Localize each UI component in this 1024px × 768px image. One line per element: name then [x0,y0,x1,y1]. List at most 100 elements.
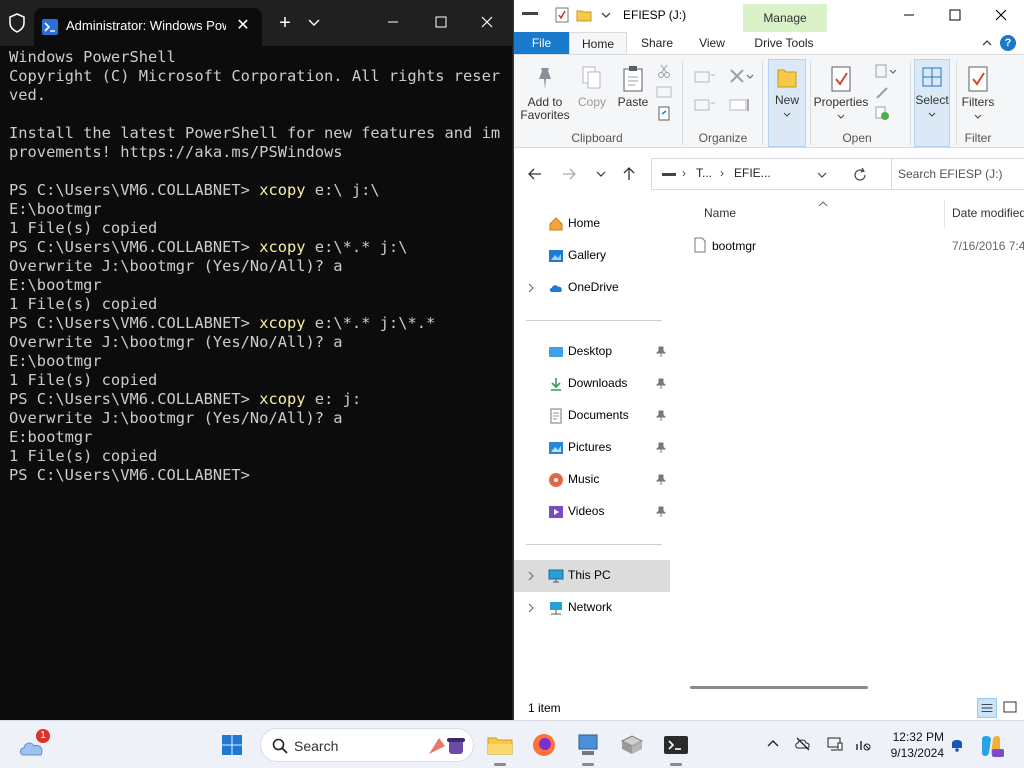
clock[interactable]: 12:32 PM 9/13/2024 [878,729,944,761]
pin-icon[interactable] [656,442,666,454]
sidebar-label: Home [568,216,601,230]
remote-desktop-taskbar-button[interactable] [572,729,604,766]
computer-icon [548,569,564,583]
file-row[interactable]: bootmgr 7/16/2016 7:43 [686,232,1024,258]
network-status-icon[interactable] [854,735,872,753]
copilot-icon[interactable] [976,731,1006,761]
breadcrumb-efiesp[interactable]: EFIE... [734,166,771,180]
customize-chevron-icon[interactable] [598,7,614,23]
minimize-button[interactable] [886,0,932,30]
select-button[interactable]: Select [912,55,952,121]
terminal-output[interactable]: Windows PowerShell Copyright (C) Microsof… [9,48,509,718]
windows-start-icon[interactable] [216,729,248,761]
onedrive-offline-icon[interactable] [794,735,812,753]
sidebar-item-documents[interactable]: Documents [514,400,670,432]
column-header-date-modified[interactable]: Date modified [952,206,1024,220]
properties-button[interactable]: Properties [812,55,870,123]
tab-file[interactable]: File [514,32,569,54]
pin-icon[interactable] [656,410,666,422]
chevron-down-icon[interactable] [304,12,324,34]
close-tab-icon[interactable]: ✕ [232,15,254,37]
command-args: e:\*.* j:\ [305,238,408,256]
widgets-button[interactable]: 1 [16,729,50,761]
sidebar-item-this-pc[interactable]: This PC [514,560,670,592]
properties-check-icon[interactable] [554,7,570,23]
pin-icon[interactable] [656,506,666,518]
add-to-favorites-button[interactable]: Add to Favorites [520,55,570,122]
pin-icon[interactable] [656,474,666,486]
copy-path-icon[interactable] [656,85,672,99]
chevron-down-icon[interactable] [816,170,828,180]
file-explorer-taskbar-button[interactable] [484,729,516,766]
chevron-up-icon[interactable] [981,37,993,49]
refresh-icon[interactable] [852,167,868,183]
taskbar-search[interactable]: Search [260,728,474,762]
search-box[interactable] [891,158,1024,190]
sidebar-label: This PC [568,568,611,582]
explorer-titlebar[interactable]: EFIESP (J:) Manage [514,0,1024,32]
chevron-up-icon[interactable] [764,735,782,753]
sidebar-item-videos[interactable]: Videos [514,496,670,528]
sidebar-item-desktop[interactable]: Desktop [514,336,670,368]
recent-locations-icon[interactable] [592,165,610,183]
cut-icon[interactable] [656,63,672,79]
forward-icon[interactable] [560,165,578,183]
terminal-tab[interactable]: Administrator: Windows PowerShell ✕ [34,8,262,46]
back-icon[interactable] [526,165,544,183]
expand-chevron-icon[interactable] [527,603,535,613]
new-button[interactable]: New [768,55,806,121]
tab-share[interactable]: Share [632,32,682,54]
maximize-button[interactable] [932,0,978,30]
copy-button[interactable]: Copy [574,55,610,109]
terminal-titlebar[interactable]: Administrator: Windows PowerShell ✕ + [0,0,512,46]
column-divider[interactable] [944,200,945,228]
window-title: EFIESP (J:) [623,8,687,22]
column-header-name[interactable]: Name [704,206,736,220]
expand-chevron-icon[interactable] [527,283,535,293]
minimize-button[interactable] [370,8,416,36]
address-bar[interactable]: › T... › EFIE... [651,158,892,190]
help-icon[interactable]: ? [1000,35,1016,51]
close-button[interactable] [464,8,510,36]
file-list[interactable]: Name Date modified bootmgr 7/16/2016 7:4… [686,200,1024,692]
sidebar-item-network[interactable]: Network [514,592,670,624]
display-settings-icon[interactable] [826,735,844,753]
filters-button[interactable]: Filters [960,55,996,123]
copy-to-icon[interactable] [694,97,716,113]
sidebar-item-pictures[interactable]: Pictures [514,432,670,464]
delete-icon[interactable] [728,67,754,87]
notification-bell-icon[interactable] [948,735,966,753]
firefox-icon[interactable] [528,729,560,761]
sidebar-item-music[interactable]: Music [514,464,670,496]
sidebar-item-home[interactable]: Home [514,208,670,240]
search-input[interactable] [898,165,1018,183]
paste-button[interactable]: Paste [614,55,652,109]
manage-context-tab[interactable]: Manage [743,4,827,32]
new-folder-icon[interactable] [576,7,592,23]
history-icon[interactable] [874,105,890,121]
expand-chevron-icon[interactable] [527,571,535,581]
sidebar-item-downloads[interactable]: Downloads [514,368,670,400]
tab-drive-tools[interactable]: Drive Tools [746,32,822,54]
open-icon[interactable] [874,63,896,79]
move-to-icon[interactable] [694,69,716,85]
tab-view[interactable]: View [688,32,736,54]
edit-icon[interactable] [874,85,890,101]
network-drive-icon[interactable] [616,729,648,761]
large-icons-view-icon[interactable] [1000,698,1020,718]
paste-shortcut-icon[interactable] [656,105,672,121]
tab-home[interactable]: Home [569,32,627,54]
sidebar-item-gallery[interactable]: Gallery [514,240,670,272]
new-tab-button[interactable]: + [274,12,296,34]
sidebar-item-onedrive[interactable]: OneDrive [514,272,670,304]
up-arrow-icon[interactable] [620,165,638,183]
pin-icon[interactable] [656,378,666,390]
pin-icon[interactable] [656,346,666,358]
rename-icon[interactable] [728,97,754,113]
terminal-taskbar-button[interactable] [660,729,692,766]
breadcrumb-this-pc[interactable]: T... [696,166,712,180]
horizontal-scrollbar[interactable] [690,686,868,689]
close-button[interactable] [978,0,1024,30]
details-view-icon[interactable] [977,698,997,718]
maximize-button[interactable] [418,8,464,36]
